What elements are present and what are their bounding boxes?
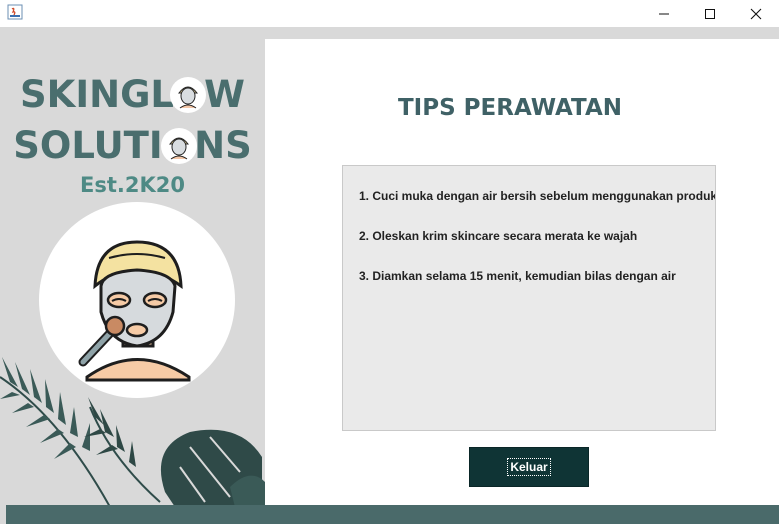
brand-established: Est.2K20	[80, 173, 185, 197]
decorative-leaves-icon	[0, 357, 265, 505]
page-title: TIPS PERAWATAN	[397, 95, 623, 121]
brand-panel: SKINGLOW SOLUTIONS Est.2K20	[0, 27, 265, 505]
brand-o-face-icon-2	[161, 128, 197, 164]
content-panel: TIPS PERAWATAN 1. Cuci muka dengan air b…	[265, 39, 779, 505]
close-icon	[750, 8, 762, 19]
tip-item-3: 3. Diamkan selama 15 menit, kemudian bil…	[359, 269, 676, 283]
tip-item-2: 2. Oleskan krim skincare secara merata k…	[359, 229, 638, 243]
tip-item-1: 1. Cuci muka dengan air bersih sebelum m…	[359, 189, 716, 203]
brand-title-line2: SOLUTIONS	[13, 124, 252, 167]
minimize-icon	[659, 13, 669, 14]
brand-title-line1: SKINGLOW	[20, 73, 245, 116]
close-button[interactable]	[733, 0, 779, 27]
title-bar	[0, 0, 779, 28]
maximize-button[interactable]	[687, 0, 733, 27]
minimize-button[interactable]	[641, 0, 687, 27]
bottom-strip	[6, 505, 779, 524]
brand-o-face-icon	[170, 77, 206, 113]
exit-button-label: Keluar	[507, 458, 551, 476]
exit-button[interactable]: Keluar	[469, 447, 589, 487]
maximize-icon	[705, 8, 715, 19]
java-app-icon	[7, 4, 23, 20]
tips-textarea[interactable]: 1. Cuci muka dengan air bersih sebelum m…	[342, 165, 716, 431]
